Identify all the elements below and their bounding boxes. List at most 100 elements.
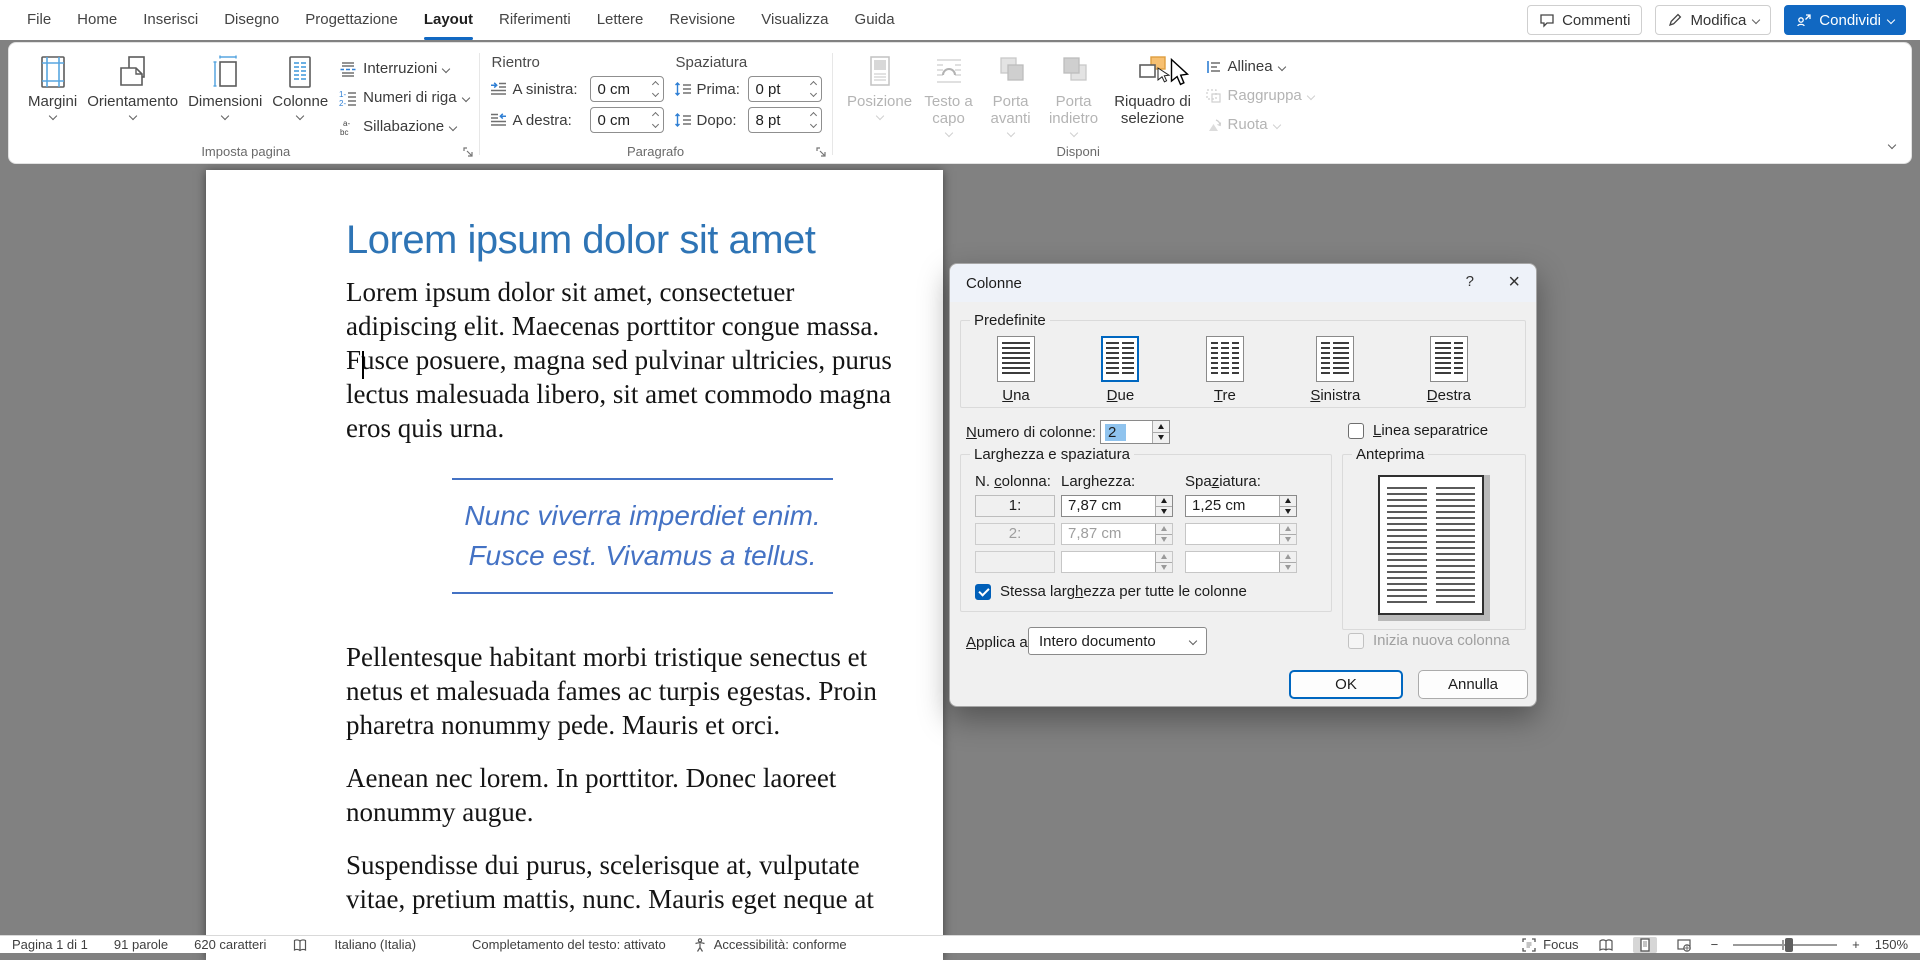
ok-button[interactable]: OK	[1289, 670, 1403, 699]
stepper-arrows[interactable]	[1152, 421, 1169, 443]
tab-disegno[interactable]: Disegno	[211, 0, 292, 40]
apply-to-label: Applica a:	[966, 634, 1032, 651]
tab-visualizza[interactable]: Visualizza	[748, 0, 841, 40]
left-narrow-icon	[1316, 336, 1354, 382]
stepper-arrows[interactable]	[653, 82, 658, 96]
stepper-arrows[interactable]	[1155, 496, 1172, 516]
stepper-arrows[interactable]	[811, 82, 816, 96]
tab-layout[interactable]: Layout	[411, 0, 486, 40]
char-count[interactable]: 620 caratteri	[194, 937, 266, 952]
margins-button[interactable]: Margini	[23, 49, 82, 121]
preset-destra[interactable]: Destra	[1427, 336, 1471, 404]
print-layout-button[interactable]	[1633, 937, 1657, 953]
word-count[interactable]: 91 parole	[114, 937, 168, 952]
rotate-icon	[1205, 117, 1222, 133]
tab-lettere[interactable]: Lettere	[584, 0, 657, 40]
tab-inserisci[interactable]: Inserisci	[130, 0, 211, 40]
separator-line-checkbox[interactable]: Linea separatrice	[1348, 422, 1488, 439]
comments-button[interactable]: Commenti	[1527, 5, 1642, 35]
apply-to-dropdown[interactable]: Intero documento	[1028, 627, 1207, 655]
dialog-launcher-icon[interactable]	[815, 146, 827, 158]
paragraph[interactable]: Pellentesque habitant morbi tristique se…	[346, 640, 929, 742]
indent-right-icon	[490, 112, 507, 128]
focus-button[interactable]: Focus	[1521, 937, 1578, 953]
language-status[interactable]: Italiano (Italia)	[334, 937, 416, 952]
dialog-titlebar[interactable]: Colonne	[950, 264, 1536, 302]
chevron-down-icon	[48, 112, 56, 120]
line-numbers-icon: 1-2-	[339, 89, 357, 107]
help-button[interactable]: ?	[1466, 273, 1474, 290]
chevron-down-icon	[1887, 16, 1895, 24]
stepper-arrows[interactable]	[1279, 496, 1296, 516]
preset-due[interactable]: Due	[1101, 336, 1139, 404]
zoom-slider[interactable]	[1733, 944, 1837, 946]
paragraph[interactable]: Suspendisse dui purus, scelerisque at, v…	[346, 848, 929, 916]
paragraph[interactable]: Lorem ipsum dolor sit amet, consectetuer…	[346, 275, 929, 445]
tab-riferimenti[interactable]: Riferimenti	[486, 0, 584, 40]
read-mode-button[interactable]	[1594, 937, 1618, 953]
svg-text:1-: 1-	[339, 90, 346, 99]
web-layout-button[interactable]	[1672, 937, 1696, 953]
position-button: Posizione	[843, 49, 917, 121]
spacing-after-input[interactable]: 8 pt	[748, 107, 822, 133]
document-page[interactable]: Lorem ipsum dolor sit amet Lorem ipsum d…	[206, 170, 943, 960]
same-width-checkbox[interactable]: Stessa larghezza per tutte le colonne	[975, 583, 1247, 600]
tab-progettazione[interactable]: Progettazione	[292, 0, 411, 40]
share-button[interactable]: Condividi	[1784, 5, 1906, 35]
chevron-down-icon	[1069, 129, 1077, 137]
columns-dialog: Colonne ? × Predefinite Una Due Tre Sini…	[949, 263, 1537, 707]
line-numbers-button[interactable]: 1-2- Numeri di riga	[339, 86, 468, 109]
number-of-columns-input[interactable]: 2	[1100, 420, 1170, 444]
spacing-input[interactable]: 1,25 cm	[1185, 495, 1297, 517]
indent-right-input[interactable]: 0 cm	[590, 107, 664, 133]
cancel-button[interactable]: Annulla	[1418, 670, 1528, 699]
size-button[interactable]: Dimensioni	[183, 49, 267, 121]
width-input-disabled: 7,87 cm	[1061, 523, 1173, 545]
document-heading[interactable]: Lorem ipsum dolor sit amet	[346, 218, 929, 263]
preset-sinistra[interactable]: Sinistra	[1310, 336, 1360, 404]
proofing-icon[interactable]	[292, 937, 308, 953]
one-column-icon	[997, 336, 1035, 382]
right-narrow-icon	[1430, 336, 1468, 382]
orientation-button[interactable]: Orientamento	[82, 49, 183, 121]
stepper-arrows[interactable]	[653, 113, 658, 127]
preset-tre[interactable]: Tre	[1206, 336, 1244, 404]
tab-file[interactable]: File	[14, 0, 64, 40]
paragraph[interactable]: Aenean nec lorem. In porttitor. Donec la…	[346, 761, 929, 829]
dialog-launcher-icon[interactable]	[462, 146, 474, 158]
editing-mode-button[interactable]: Modifica	[1655, 5, 1771, 35]
hyphenation-button[interactable]: a-bc Sillabazione	[339, 115, 468, 138]
breaks-button[interactable]: Interruzioni	[339, 57, 468, 80]
focus-icon	[1521, 937, 1537, 953]
col-number-box: 1:	[975, 495, 1055, 517]
zoom-in-button[interactable]: +	[1852, 937, 1860, 952]
checkbox-checked[interactable]	[975, 584, 991, 600]
collapse-ribbon-icon[interactable]	[1889, 135, 1895, 153]
hyphenation-icon: a-bc	[339, 118, 357, 136]
zoom-out-button[interactable]: −	[1711, 937, 1719, 952]
preset-una[interactable]: Una	[997, 336, 1035, 404]
zoom-level[interactable]: 150%	[1875, 937, 1908, 952]
text-completion-status[interactable]: Completamento del testo: attivato	[472, 937, 666, 952]
columns-button[interactable]: Colonne	[267, 49, 333, 121]
width-input[interactable]: 7,87 cm	[1061, 495, 1173, 517]
indent-left-input[interactable]: 0 cm	[590, 76, 664, 102]
tab-home[interactable]: Home	[64, 0, 130, 40]
accessibility-status[interactable]: Accessibilità: conforme	[692, 937, 847, 953]
align-icon	[1205, 59, 1222, 75]
tab-revisione[interactable]: Revisione	[656, 0, 748, 40]
align-button[interactable]: Allinea	[1205, 55, 1314, 78]
indent-right-label: A destra:	[513, 112, 584, 129]
intense-quote[interactable]: Nunc viverra imperdiet enim. Fusce est. …	[452, 478, 833, 594]
text-caret	[362, 351, 364, 379]
page-count[interactable]: Pagina 1 di 1	[12, 937, 88, 952]
tab-guida[interactable]: Guida	[842, 0, 908, 40]
spacing-after-label: Dopo:	[697, 112, 742, 129]
selection-pane-icon	[1136, 54, 1170, 90]
stepper-arrows[interactable]	[811, 113, 816, 127]
group-button: Raggruppa	[1205, 84, 1314, 107]
zoom-slider-thumb[interactable]	[1785, 938, 1793, 952]
checkbox-unchecked[interactable]	[1348, 423, 1364, 439]
spacing-before-input[interactable]: 0 pt	[748, 76, 822, 102]
close-icon[interactable]: ×	[1508, 269, 1520, 295]
